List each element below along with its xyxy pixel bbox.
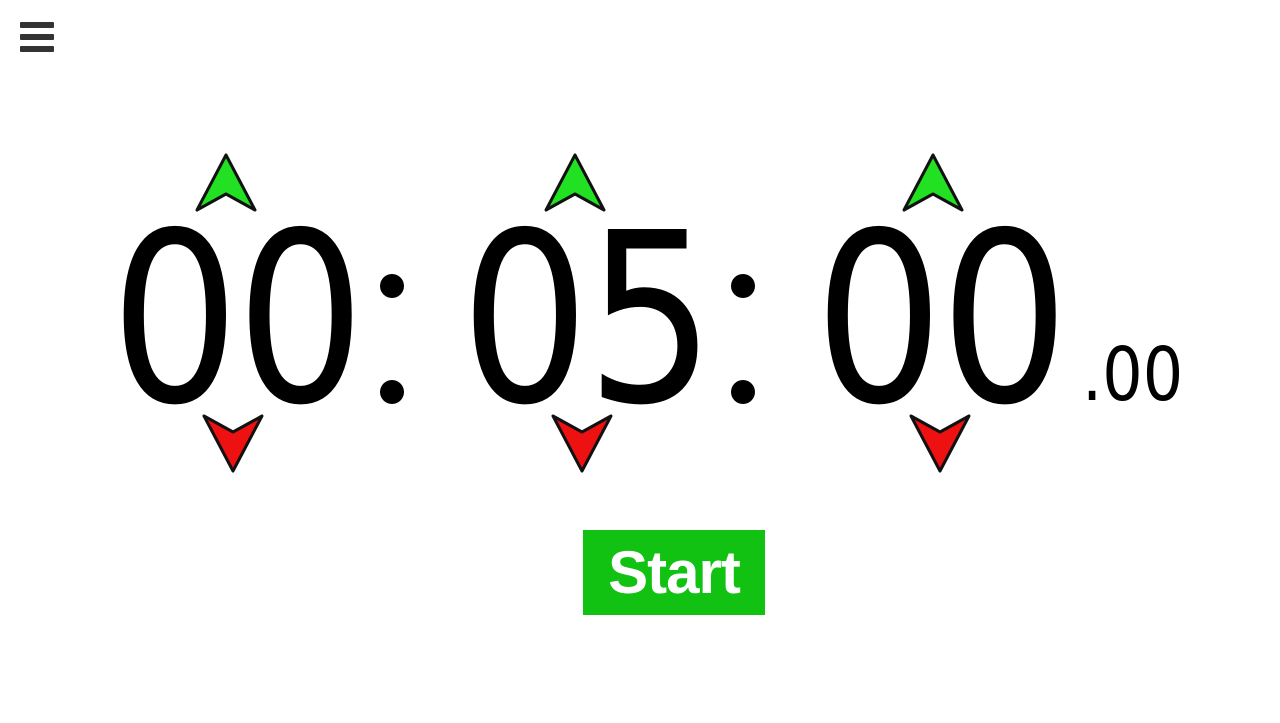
arrow-down-icon xyxy=(551,414,613,473)
fraction-display: .00 xyxy=(1082,332,1184,418)
colon-dot-top xyxy=(380,274,404,298)
minutes-display: 05 xyxy=(460,182,715,457)
arrow-down-icon xyxy=(202,414,264,473)
arrow-down-icon xyxy=(909,414,971,473)
colon-dot-bottom xyxy=(731,380,755,404)
hours-decrement-button[interactable] xyxy=(201,412,265,474)
menu-button[interactable] xyxy=(18,20,56,54)
hours-display: 00 xyxy=(110,182,365,457)
start-button[interactable]: Start xyxy=(583,530,765,615)
seconds-display: 00 xyxy=(814,182,1069,457)
colon-dot-top xyxy=(731,274,755,298)
seconds-decrement-button[interactable] xyxy=(908,412,972,474)
colon-dot-bottom xyxy=(380,380,404,404)
minutes-decrement-button[interactable] xyxy=(550,412,614,474)
hamburger-menu-icon xyxy=(20,22,54,52)
